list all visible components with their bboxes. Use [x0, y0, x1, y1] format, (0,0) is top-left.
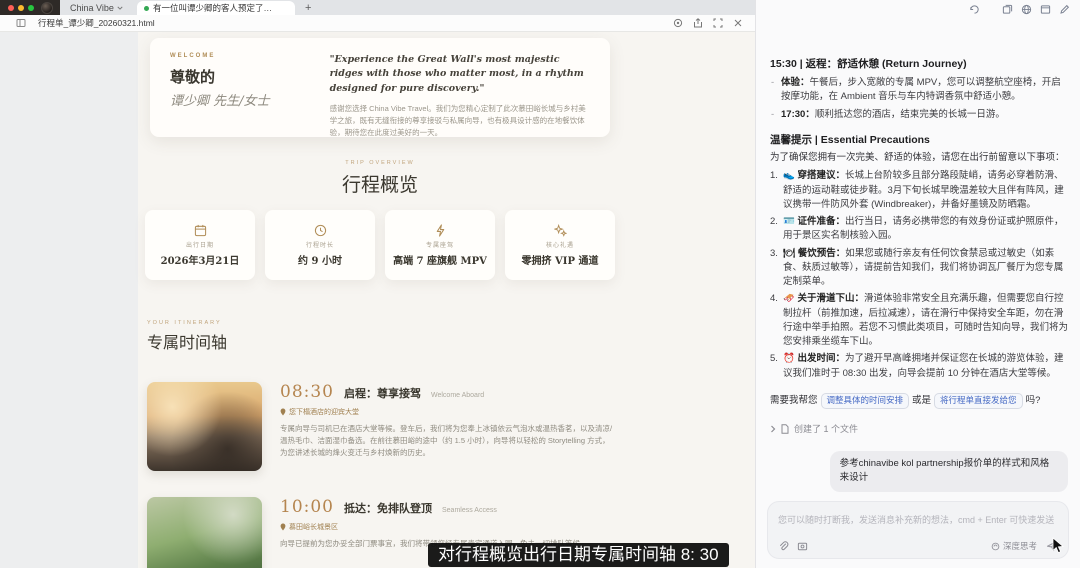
welcome-card: WELCOME 尊敬的 谭少卿 先生/女士 "Experience the Gr…	[150, 38, 610, 137]
avatar[interactable]	[41, 2, 53, 14]
great-wall-photo	[147, 497, 262, 568]
zoom-window-button[interactable]	[28, 5, 34, 11]
workspace-selector[interactable]: China Vibe	[70, 0, 123, 15]
sparkles-icon	[554, 224, 567, 237]
itinerary-document: WELCOME 尊敬的 谭少卿 先生/女士 "Experience the Gr…	[145, 32, 615, 568]
overview-eyebrow: TRIP OVERVIEW	[145, 160, 615, 166]
new-tab-button[interactable]: +	[305, 0, 311, 15]
history-icon[interactable]	[969, 4, 980, 15]
card-label: 专属座驾	[426, 240, 454, 249]
tab-title: 有一位叫谭少卿的客人预定了…	[153, 2, 272, 14]
numbered-item: 5.⏰ 出发时间：为了避开早高峰拥堵并保证您在长城的游览体验，建议我们准时于 0…	[770, 352, 1068, 381]
card-value: 约 9 小时	[298, 252, 342, 267]
guest-name: 谭少卿 先生/女士	[170, 90, 330, 109]
chevron-right-icon	[770, 425, 776, 433]
tab-session[interactable]: 有一位叫谭少卿的客人预定了…	[137, 1, 295, 15]
assistant-chat-panel: 15:30 | 返程：舒适休憩 (Return Journey) 体验：午餐后，…	[755, 0, 1080, 568]
message-composer[interactable]: 深度思考	[767, 501, 1069, 559]
calendar-icon	[194, 224, 207, 237]
attachment-icon[interactable]	[778, 541, 789, 552]
workspace-label: China Vibe	[70, 3, 114, 13]
clock-icon	[314, 224, 327, 237]
card-label: 行程时长	[306, 240, 334, 249]
welcome-eyebrow: WELCOME	[170, 53, 330, 59]
sidebar-toggle-icon[interactable]	[16, 18, 26, 28]
timeline-time: 08:30	[280, 382, 334, 402]
tab-favicon	[144, 6, 149, 11]
card-label: 出行日期	[186, 240, 214, 249]
timeline-location: 您下榻酒店的迎宾大堂	[289, 407, 359, 417]
overview-card-duration: 行程时长 约 9 小时	[265, 210, 375, 280]
card-value: 2026年3月21日	[161, 252, 240, 267]
fullscreen-icon[interactable]	[713, 18, 723, 28]
welcome-body: 感谢您选择 China Vibe Travel。我们为您精心定制了此次慕田峪长城…	[330, 103, 590, 139]
timeline-eyebrow: YOUR ITINERARY	[147, 320, 222, 326]
bullet-item: 17:30：顺利抵达您的酒店，结束完美的长城一日游。	[770, 108, 1068, 122]
timeline-time: 10:00	[280, 497, 334, 517]
numbered-item: 2.🪪 证件准备：出行当日，请务必携带您的有效身份证或护照原件，用于景区实名制核…	[770, 215, 1068, 244]
compose-icon[interactable]	[1059, 4, 1070, 15]
file-created-row[interactable]: 创建了 1 个文件	[770, 422, 1068, 435]
app-window: China Vibe 有一位叫谭少卿的客人预定了… + 行程单_谭少卿_2026…	[0, 0, 1080, 568]
timeline-location: 慕田峪长城景区	[289, 522, 338, 532]
preview-filename: 行程单_谭少卿_20260321.html	[38, 17, 155, 29]
numbered-item: 3.🍽 餐饮预告：如果您或随行亲友有任何饮食禁忌或过敏史（如素食、麸质过敏等），…	[770, 247, 1068, 290]
overview-title: 行程概览	[145, 170, 615, 197]
tab-strip: China Vibe 有一位叫谭少卿的客人预定了… +	[0, 0, 755, 15]
card-value: 零拥挤 VIP 通道	[522, 252, 599, 267]
globe-icon[interactable]	[1021, 4, 1032, 15]
mpv-interior-photo	[147, 382, 262, 471]
timeline-item-title: 抵达：免排队登顶	[344, 500, 432, 516]
followup-question: 需要我帮您调整具体的时间安排或是将行程单直接发给您吗?	[770, 392, 1068, 410]
suggestion-chip[interactable]: 将行程单直接发给您	[934, 393, 1023, 409]
preview-toolbar: 行程单_谭少卿_20260321.html	[0, 15, 755, 32]
precautions-intro: 为了确保您拥有一次完美、舒适的体验，请您在出行前留意以下事项：	[770, 151, 1068, 166]
pin-icon	[280, 523, 286, 531]
timeline-item-subtitle: Welcome Aboard	[431, 392, 484, 399]
overview-card-vehicle: 专属座驾 高端 7 座旗舰 MPV	[385, 210, 495, 280]
section-heading: 温馨提示 | Essential Precautions	[770, 132, 1068, 147]
overview-cards: 出行日期 2026年3月21日 行程时长 约 9 小时 专属座驾 高端 7 座旗…	[145, 210, 615, 280]
overview-card-privilege: 核心礼遇 零拥挤 VIP 通道	[505, 210, 615, 280]
deep-think-icon	[991, 542, 1000, 551]
tabs-icon[interactable]	[1002, 4, 1013, 15]
bullet-item: 体验：午餐后，步入宽敞的专属 MPV，您可以调整航空座椅，开启按摩功能，在 Am…	[770, 76, 1068, 105]
close-icon[interactable]	[733, 18, 743, 28]
timeline-item-title: 启程：尊享接驾	[344, 385, 421, 401]
numbered-item: 1.👟 穿搭建议：长城上台阶较多且部分路段陡峭，请务必穿着防滑、舒适的运动鞋或徒…	[770, 169, 1068, 212]
welcome-salutation: 尊敬的	[170, 66, 330, 87]
screenshot-icon[interactable]	[797, 541, 808, 552]
share-icon[interactable]	[693, 18, 703, 28]
message-input[interactable]	[778, 515, 1058, 525]
pin-icon	[280, 408, 286, 416]
traffic-lights[interactable]	[8, 5, 34, 11]
card-label: 核心礼遇	[546, 240, 574, 249]
bolt-icon	[434, 224, 447, 237]
chevron-down-icon	[117, 5, 123, 11]
chat-messages[interactable]: 15:30 | 返程：舒适休憩 (Return Journey) 体验：午餐后，…	[770, 46, 1068, 498]
close-window-button[interactable]	[8, 5, 14, 11]
open-in-browser-icon[interactable]	[673, 18, 683, 28]
mouse-cursor	[1052, 537, 1065, 554]
timeline-item-subtitle: Seamless Access	[442, 507, 497, 514]
timeline-description: 专属向导与司机已在酒店大堂等候。登车后，我们将为您奉上冰镇依云气泡水或温热香茗，…	[280, 423, 615, 459]
minimize-window-button[interactable]	[18, 5, 24, 11]
deep-think-toggle[interactable]: 深度思考	[991, 540, 1037, 552]
numbered-item: 4.🛷 关于滑道下山：滑道体验非常安全且充满乐趣，但需要您自行控制拉杆（前推加速…	[770, 292, 1068, 349]
timeline-item: 08:30 启程：尊享接驾 Welcome Aboard 您下榻酒店的迎宾大堂 …	[147, 382, 615, 471]
html-preview-pane[interactable]: WELCOME 尊敬的 谭少卿 先生/女士 "Experience the Gr…	[0, 32, 755, 568]
welcome-quote: "Experience the Great Wall's most majest…	[330, 53, 590, 96]
preview-gutter	[0, 32, 138, 568]
timeline-title: 专属时间轴	[147, 329, 227, 353]
section-heading: 15:30 | 返程：舒适休憩 (Return Journey)	[770, 56, 1068, 71]
user-message: 参考chinavibe kol partnership报价单的样式和风格来设计	[830, 451, 1068, 492]
suggestion-chip[interactable]: 调整具体的时间安排	[821, 393, 910, 409]
file-icon	[781, 424, 789, 434]
subtitle-caption: 对行程概览出行日期专属时间轴 8: 30	[428, 543, 729, 567]
card-value: 高端 7 座旗舰 MPV	[393, 252, 487, 267]
overview-card-date: 出行日期 2026年3月21日	[145, 210, 255, 280]
window-icon[interactable]	[1040, 4, 1051, 15]
